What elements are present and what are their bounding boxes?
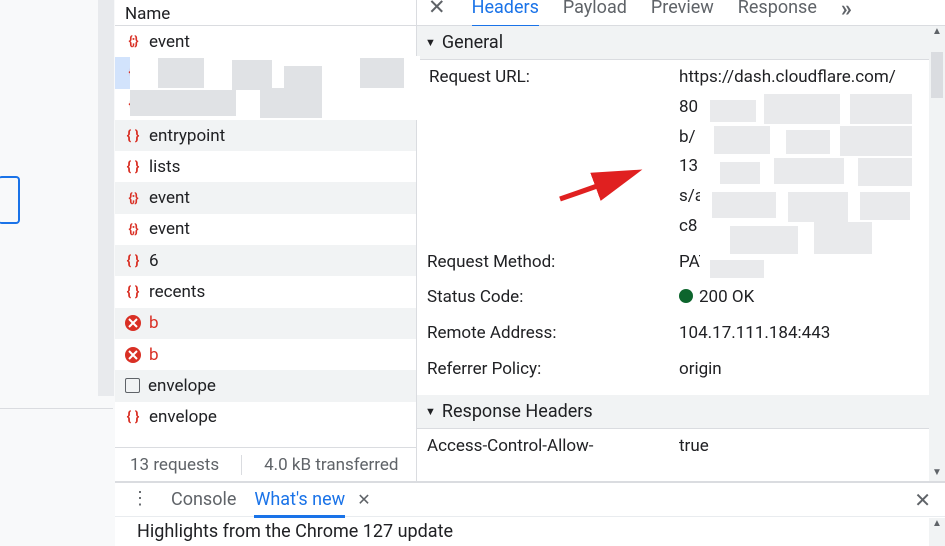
fetch-icon: { }: [125, 128, 141, 144]
request-row[interactable]: { } envelope: [115, 402, 416, 433]
general-section-header[interactable]: ▼ General: [417, 26, 945, 60]
fetch-icon: { }: [125, 159, 141, 175]
drawer-body: Highlights from the Chrome 127 update: [115, 517, 945, 546]
kv-referrer-policy: Referrer Policy: origin: [417, 352, 945, 395]
redaction-block: [360, 58, 404, 88]
left-sidebar-sliver: [0, 0, 115, 546]
fetch-icon: { }: [125, 253, 141, 269]
checkbox-icon: [125, 378, 140, 393]
request-row[interactable]: { } 6: [115, 245, 416, 276]
request-label: entrypoint: [149, 126, 225, 146]
detail-tabs: ✕ Headers Payload Preview Response »: [417, 0, 945, 26]
caret-down-icon: ▼: [425, 36, 436, 49]
request-row[interactable]: envelope: [115, 370, 416, 401]
request-row[interactable]: { } entrypoint: [115, 120, 416, 151]
name-column-header[interactable]: Name: [115, 0, 416, 26]
request-url-label: Request URL:: [427, 63, 679, 242]
request-label: lists: [149, 157, 180, 177]
detail-scrollbar[interactable]: ▲ ▼: [929, 26, 945, 481]
redaction-block: [232, 60, 272, 90]
request-row[interactable]: { } recents: [115, 276, 416, 307]
request-row[interactable]: {;} event: [115, 214, 416, 245]
scroll-down-icon[interactable]: ▼: [929, 467, 945, 481]
fetch-icon: { }: [125, 284, 141, 300]
js-file-icon: {;}: [125, 221, 141, 237]
summary-requests: 13 requests: [130, 455, 219, 475]
request-row[interactable]: b: [115, 308, 416, 339]
request-row[interactable]: {;} event: [115, 182, 416, 213]
remote-address-value: 104.17.111.184:443: [679, 319, 935, 349]
redaction-block: [284, 66, 322, 90]
error-icon: [125, 347, 141, 363]
divider: [0, 408, 113, 409]
drawer-tab-console[interactable]: Console: [171, 489, 236, 510]
devtools-drawer: ⋮ Console What's new ✕ ✕ Highlights from…: [115, 482, 945, 546]
drawer-scroll-up-icon[interactable]: ▲: [929, 518, 945, 546]
scroll-up-icon[interactable]: ▲: [929, 26, 945, 40]
drawer-tab-whatsnew[interactable]: What's new: [254, 489, 345, 510]
drag-handle-icon[interactable]: ⋮: [131, 496, 153, 502]
summary-transferred: 4.0 kB transferred: [241, 455, 398, 475]
scroll-thumb[interactable]: [931, 52, 943, 98]
request-label: event: [149, 219, 190, 239]
network-summary-bar: 13 requests 4.0 kB transferred: [115, 447, 416, 481]
request-label: b: [149, 313, 159, 333]
request-label: b: [149, 345, 159, 365]
request-row[interactable]: { } lists: [115, 151, 416, 182]
js-file-icon: {;}: [125, 34, 141, 50]
referrer-policy-value: origin: [679, 355, 935, 385]
close-icon[interactable]: ✕: [426, 0, 448, 19]
drawer-tabs: ⋮ Console What's new ✕ ✕: [115, 483, 945, 517]
kv-status-code: Status Code: 200 OK: [417, 280, 945, 316]
js-file-icon: {;}: [125, 190, 141, 206]
kv-remote-address: Remote Address: 104.17.111.184:443: [417, 316, 945, 352]
tab-headers[interactable]: Headers: [472, 0, 539, 24]
tabs-overflow-icon[interactable]: »: [841, 0, 861, 22]
kv-access-control-allow: Access-Control-Allow- true: [417, 429, 945, 465]
request-method-label: Request Method:: [427, 248, 679, 278]
fetch-icon: { }: [125, 409, 141, 425]
error-icon: [125, 315, 141, 331]
status-dot-icon: [679, 289, 693, 303]
tab-preview[interactable]: Preview: [651, 0, 714, 24]
selection-outline: [0, 176, 20, 224]
response-headers-title: Response Headers: [442, 401, 593, 422]
referrer-policy-label: Referrer Policy:: [427, 355, 679, 385]
tab-payload[interactable]: Payload: [563, 0, 627, 24]
acah-value: true: [679, 432, 935, 462]
request-label: envelope: [148, 376, 216, 396]
redaction-block: [260, 88, 322, 118]
response-headers-section-header[interactable]: ▼ Response Headers: [417, 395, 945, 429]
tab-response[interactable]: Response: [738, 0, 817, 24]
status-code-label: Status Code:: [427, 283, 679, 313]
request-label: recents: [149, 282, 205, 302]
request-row[interactable]: b: [115, 339, 416, 370]
redaction-block: [700, 92, 918, 282]
request-label: event: [149, 188, 190, 208]
request-label: 6: [149, 251, 159, 271]
remote-address-label: Remote Address:: [427, 319, 679, 349]
close-icon[interactable]: ✕: [914, 488, 931, 512]
status-code-value: 200 OK: [679, 283, 935, 313]
scroll-gutter: [98, 0, 114, 396]
caret-down-icon: ▼: [425, 405, 436, 418]
request-label: event: [149, 32, 190, 52]
acah-label: Access-Control-Allow-: [427, 432, 679, 462]
close-icon[interactable]: ✕: [357, 490, 370, 509]
redaction-block: [158, 58, 204, 88]
request-row[interactable]: {;} event: [115, 26, 416, 57]
general-title: General: [442, 32, 503, 53]
request-label: envelope: [149, 407, 217, 427]
redaction-block: [130, 90, 236, 116]
